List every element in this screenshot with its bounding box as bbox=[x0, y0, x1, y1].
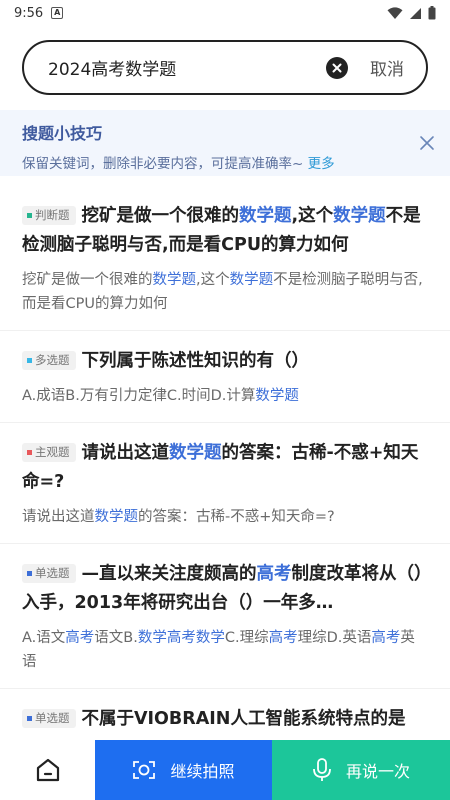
badge-label: 多选题 bbox=[35, 353, 70, 367]
result-title: 单选题 —直以来关注度颇高的高考制度改革将从（）入手，2013年将研究出台（）一年… bbox=[22, 560, 428, 618]
highlighted-keyword: 高考 bbox=[65, 630, 95, 646]
badge-label: 单选题 bbox=[35, 711, 70, 725]
question-type-badge: 单选题 bbox=[22, 564, 76, 583]
tips-more-link[interactable]: 更多 bbox=[308, 156, 335, 172]
continue-photo-button[interactable]: 继续拍照 bbox=[95, 740, 272, 800]
badge-dot bbox=[27, 571, 32, 576]
close-icon[interactable] bbox=[418, 134, 436, 152]
text-segment: 请说出这道 bbox=[22, 509, 95, 525]
text-segment: ,这个 bbox=[196, 272, 230, 288]
text-segment: A.成语B.万有引力定律C.时间D.计算 bbox=[22, 388, 256, 404]
result-snippet: 挖矿是做一个很难的数学题,这个数学题不是检测脑子聪明与否,而是看CPU的算力如何 bbox=[22, 268, 428, 316]
status-bar: 9:56 A bbox=[0, 0, 450, 26]
result-title: 主观题 请说出这道数学题的答案：古稀-不惑+知天命=? bbox=[22, 439, 428, 497]
question-type-badge: 主观题 bbox=[22, 443, 76, 462]
result-title: 单选题 不属于VIOBRAIN人工智能系统特点的是 bbox=[22, 705, 428, 734]
text-segment: 下列属于陈述性知识的有（） bbox=[81, 351, 310, 371]
text-segment: 挖矿是做一个很难的 bbox=[22, 272, 153, 288]
highlighted-keyword: 数学题 bbox=[169, 443, 222, 463]
highlighted-keyword: 数学题 bbox=[333, 206, 386, 226]
status-icons bbox=[387, 6, 436, 20]
notification-icon: A bbox=[51, 7, 64, 19]
speak-again-label: 再说一次 bbox=[345, 762, 410, 781]
badge-dot bbox=[27, 716, 32, 721]
highlighted-keyword: 数学题 bbox=[239, 206, 292, 226]
result-item[interactable]: 单选题 —直以来关注度颇高的高考制度改革将从（）入手，2013年将研究出台（）一年… bbox=[0, 544, 450, 689]
results-list: 判断题挖矿是做一个很难的数学题,这个数学题不是检测脑子聪明与否,而是看CPU的算… bbox=[0, 186, 450, 740]
tips-description: 保留关键词，删除非必要内容，可提高准确率~ 更多 bbox=[22, 152, 428, 172]
text-segment: A.语文 bbox=[22, 630, 66, 646]
result-item[interactable]: 判断题挖矿是做一个很难的数学题,这个数学题不是检测脑子聪明与否,而是看CPU的算… bbox=[0, 186, 450, 331]
result-item[interactable]: 多选题 下列属于陈述性知识的有（） A.成语B.万有引力定律C.时间D.计算数学题 bbox=[0, 331, 450, 423]
speak-again-button[interactable]: 再说一次 bbox=[272, 740, 450, 800]
highlighted-keyword: 数学高考数学 bbox=[137, 630, 225, 646]
result-snippet: 请说出这道数学题的答案：古稀-不惑+知天命=? bbox=[22, 505, 428, 529]
signal-icon bbox=[410, 7, 421, 19]
badge-dot bbox=[27, 358, 32, 363]
bottom-bar: 继续拍照 再说一次 bbox=[0, 740, 450, 800]
home-button[interactable] bbox=[0, 740, 95, 800]
battery-icon bbox=[428, 6, 436, 20]
text-segment: 的答案：古稀-不惑+知天命=? bbox=[138, 509, 335, 525]
cancel-button[interactable]: 取消 bbox=[370, 55, 404, 80]
badge-label: 主观题 bbox=[35, 445, 70, 459]
result-snippet: A.语文高考语文B.数学高考数学C.理综高考理综D.英语高考英语 bbox=[22, 626, 428, 674]
highlighted-keyword: 数学题 bbox=[152, 272, 197, 288]
question-type-badge: 判断题 bbox=[22, 206, 76, 225]
question-type-badge: 单选题 bbox=[22, 709, 76, 728]
text-segment: ,这个 bbox=[291, 206, 334, 226]
badge-dot bbox=[27, 450, 32, 455]
badge-label: 判断题 bbox=[35, 208, 70, 222]
continue-photo-label: 继续拍照 bbox=[170, 762, 235, 781]
tips-title: 搜题小技巧 bbox=[22, 124, 103, 143]
text-segment: 不属于VIOBRAIN人工智能系统特点的是 bbox=[81, 709, 406, 729]
camera-icon bbox=[133, 761, 156, 779]
result-title: 判断题 挖矿是做一个很难的数学题,这个数学题不是检测脑子聪明与否,而是看CPU的算… bbox=[22, 202, 428, 260]
highlighted-keyword: 高考 bbox=[268, 630, 298, 646]
result-item[interactable]: 单选题 不属于VIOBRAIN人工智能系统特点的是 bbox=[0, 689, 450, 740]
text-segment: C.理综 bbox=[224, 630, 269, 646]
microphone-icon bbox=[313, 758, 331, 781]
wifi-icon bbox=[387, 6, 403, 19]
text-segment: 语文B. bbox=[94, 630, 138, 646]
text-segment: 理综D.英语 bbox=[297, 630, 372, 646]
result-item[interactable]: 主观题 请说出这道数学题的答案：古稀-不惑+知天命=? 请说出这道数学题的答案：古稀… bbox=[0, 423, 450, 544]
text-segment: 挖矿是做一个很难的 bbox=[81, 206, 240, 226]
result-title: 多选题 下列属于陈述性知识的有（） bbox=[22, 347, 428, 376]
highlighted-keyword: 高考 bbox=[371, 630, 401, 646]
highlighted-keyword: 数学题 bbox=[255, 388, 299, 404]
highlighted-keyword: 高考 bbox=[256, 564, 292, 584]
highlighted-keyword: 数学题 bbox=[94, 509, 139, 525]
tips-text: 保留关键词，删除非必要内容，可提高准确率~ bbox=[22, 156, 304, 172]
question-type-badge: 多选题 bbox=[22, 351, 76, 370]
home-icon bbox=[36, 758, 59, 782]
result-snippet: A.成语B.万有引力定律C.时间D.计算数学题 bbox=[22, 384, 428, 408]
clear-icon[interactable] bbox=[326, 56, 348, 79]
search-box[interactable]: 2024高考数学题 取消 bbox=[22, 40, 428, 95]
badge-label: 单选题 bbox=[35, 566, 70, 580]
search-tips-banner: 搜题小技巧 保留关键词，删除非必要内容，可提高准确率~ 更多 bbox=[0, 110, 450, 176]
status-time: 9:56 bbox=[14, 5, 44, 21]
highlighted-keyword: 数学题 bbox=[229, 272, 274, 288]
badge-dot bbox=[27, 213, 32, 218]
text-segment: 请说出这道 bbox=[81, 443, 170, 463]
search-input[interactable]: 2024高考数学题 bbox=[48, 55, 326, 80]
text-segment: —直以来关注度颇高的 bbox=[81, 564, 257, 584]
